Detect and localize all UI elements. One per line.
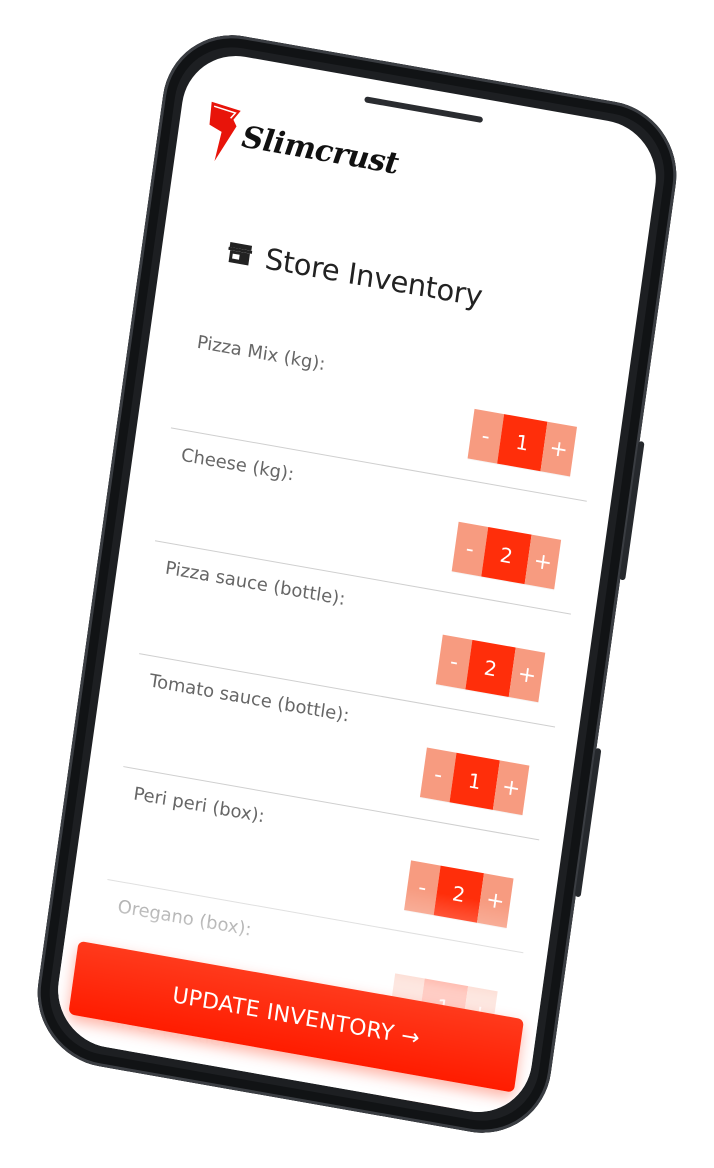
quantity-stepper: - 2 + bbox=[451, 521, 562, 590]
brand-name: Slimcrust bbox=[239, 119, 401, 182]
pizza-slice-icon bbox=[209, 101, 241, 162]
quantity-value[interactable]: 1 bbox=[497, 414, 548, 472]
quantity-stepper: - 1 + bbox=[419, 747, 530, 816]
page-heading: Store Inventory bbox=[226, 235, 485, 314]
item-label: Pizza Mix (kg): bbox=[195, 331, 327, 376]
increment-button[interactable]: + bbox=[508, 647, 546, 703]
increment-button[interactable]: + bbox=[540, 421, 578, 477]
item-label: Cheese (kg): bbox=[179, 444, 296, 486]
quantity-stepper: - 2 + bbox=[435, 634, 546, 703]
item-label: Oregano (box): bbox=[116, 896, 253, 941]
increment-button[interactable]: + bbox=[492, 760, 530, 816]
app-screen: Slimcrust Store Inventory Pizza Mix (kg)… bbox=[50, 47, 664, 1121]
quantity-value[interactable]: 1 bbox=[449, 752, 500, 810]
speaker-notch bbox=[364, 96, 484, 124]
quantity-value[interactable]: 2 bbox=[433, 865, 484, 923]
quantity-stepper: - 2 + bbox=[404, 860, 514, 929]
increment-button[interactable]: + bbox=[524, 534, 562, 590]
increment-button[interactable]: + bbox=[477, 873, 514, 929]
quantity-stepper: - 1 + bbox=[467, 408, 578, 477]
phone-mockup: Slimcrust Store Inventory Pizza Mix (kg)… bbox=[28, 23, 686, 1145]
quantity-value[interactable]: 2 bbox=[465, 639, 516, 698]
quantity-value[interactable]: 2 bbox=[481, 526, 532, 585]
item-label: Peri peri (box): bbox=[132, 783, 266, 828]
page-title: Store Inventory bbox=[263, 241, 485, 314]
store-icon bbox=[228, 242, 253, 266]
brand-logo[interactable]: Slimcrust bbox=[200, 99, 402, 195]
